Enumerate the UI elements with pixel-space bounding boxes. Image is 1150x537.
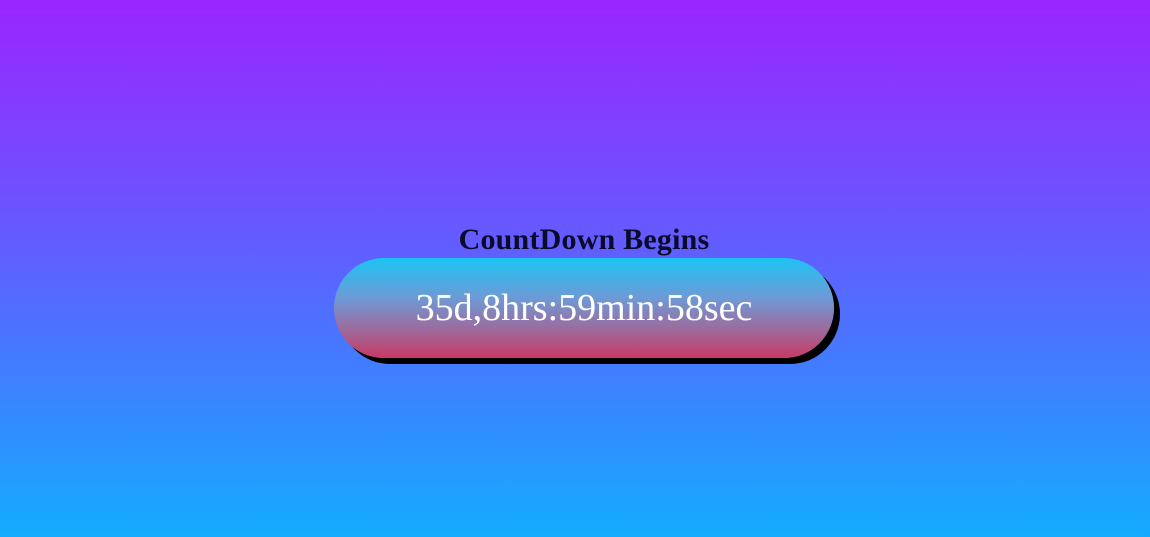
- countdown-title: CountDown Begins: [458, 223, 710, 256]
- countdown-display: 35d,8hrs:59min:58sec: [334, 258, 834, 358]
- countdown-container: CountDown Begins 35d,8hrs:59min:58sec: [334, 222, 834, 358]
- countdown-timer-text: 35d,8hrs:59min:58sec: [415, 287, 753, 329]
